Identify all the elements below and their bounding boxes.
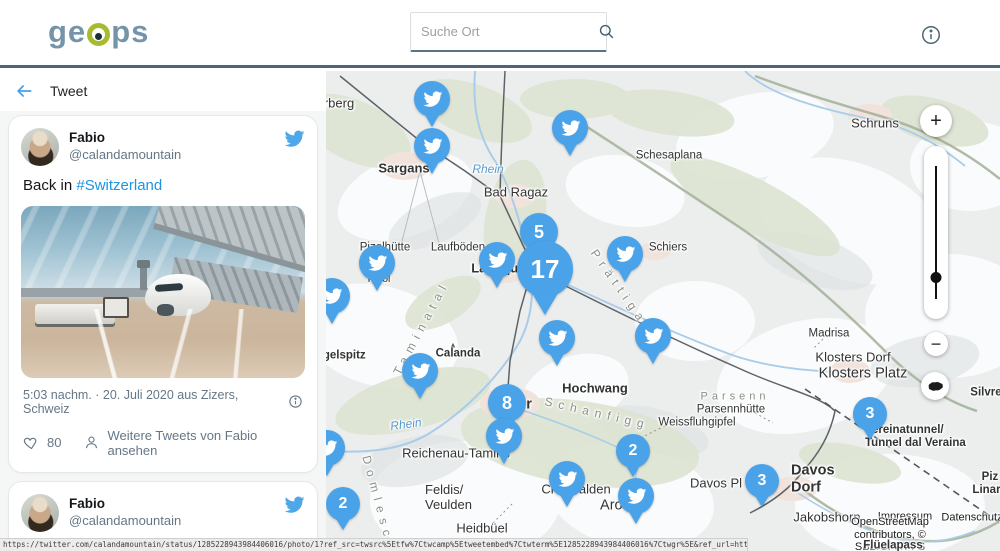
twitter-icon	[410, 361, 431, 382]
tweet-marker[interactable]	[359, 245, 395, 281]
twitter-icon	[422, 136, 443, 157]
twitter-icon	[325, 286, 342, 307]
twitter-icon	[487, 250, 508, 271]
twitter-icon	[560, 118, 581, 139]
sidebar-title: Tweet	[50, 83, 87, 99]
info-icon[interactable]	[288, 394, 303, 409]
cluster-count: 17	[531, 254, 560, 285]
sidebar: Tweet Fabio @calandamountain Back in #Sw…	[0, 71, 326, 551]
zoom-out-button[interactable]: −	[924, 332, 948, 356]
tarmac-markings	[21, 309, 305, 378]
like-count: 80	[47, 435, 61, 450]
info-button[interactable]	[920, 24, 942, 46]
tweet-card: Fabio @calandamountain Back in #Switzerl…	[8, 115, 318, 473]
status-bar: https://twitter.com/calandamountain/stat…	[0, 538, 748, 551]
tweet-marker[interactable]	[635, 318, 671, 354]
tweet-meta: 5:03 nachm. · 20. Juli 2020 aus Zizers, …	[21, 388, 305, 416]
twitter-icon[interactable]	[283, 494, 305, 516]
tweet-actions: 80 Weitere Tweets von Fabio ansehen	[21, 428, 305, 460]
author-block: Fabio @calandamountain	[69, 128, 283, 162]
cluster-marker[interactable]: 8	[488, 384, 526, 422]
cluster-count: 2	[629, 442, 638, 460]
twitter-icon	[325, 438, 337, 459]
tweet-marker[interactable]	[486, 418, 522, 454]
twitter-icon	[367, 253, 388, 274]
tweet-author-name: Fabio	[69, 130, 283, 145]
map-canvas[interactable]: rbergSchrunsSchesaplanaSargansRheinBad R…	[325, 71, 1000, 551]
zoom-in-button[interactable]: +	[920, 105, 952, 137]
cluster-marker[interactable]: 2	[326, 487, 360, 521]
tweet-photo[interactable]	[21, 206, 305, 378]
hashtag-link[interactable]: #Switzerland	[76, 177, 162, 194]
logo-text-ps: ps	[111, 14, 149, 50]
tweet-marker[interactable]	[325, 430, 345, 466]
tweet-author-handle: @calandamountain	[69, 513, 283, 528]
cluster-count: 3	[758, 472, 767, 490]
tweet-text: Back in #Switzerland	[23, 176, 303, 196]
sidebar-header: Tweet	[0, 71, 326, 111]
tweet-text-plain: Back in	[23, 177, 76, 194]
tweet-header: Fabio @calandamountain	[21, 128, 305, 166]
heart-icon	[23, 434, 40, 451]
more-tweets-label: Weitere Tweets von Fabio ansehen	[107, 428, 303, 458]
twitter-icon	[547, 328, 568, 349]
twitter-icon	[643, 326, 664, 347]
tweet-marker[interactable]	[325, 278, 350, 314]
tweet-marker[interactable]	[414, 128, 450, 164]
person-icon	[83, 434, 100, 451]
tweet-marker[interactable]	[402, 353, 438, 389]
cluster-marker[interactable]: 2	[616, 434, 650, 468]
tweet-marker[interactable]	[607, 236, 643, 272]
tweet-list: Fabio @calandamountain Back in #Switzerl…	[0, 111, 326, 551]
twitter-icon[interactable]	[283, 128, 305, 150]
twitter-icon	[494, 426, 515, 447]
cluster-count: 3	[866, 405, 875, 423]
cluster-count: 5	[534, 222, 544, 243]
tweet-author-handle: @calandamountain	[69, 147, 283, 162]
tweet-author-name: Fabio	[69, 496, 283, 511]
cluster-marker[interactable]: 3	[745, 464, 779, 498]
cluster-marker[interactable]: 17	[517, 241, 573, 297]
author-block: Fabio @calandamountain	[69, 494, 283, 528]
like-action[interactable]: 80	[23, 434, 61, 451]
twitter-icon	[557, 469, 578, 490]
cluster-count: 2	[339, 495, 348, 513]
more-tweets-link[interactable]: Weitere Tweets von Fabio ansehen	[83, 428, 303, 458]
back-arrow-icon[interactable]	[14, 81, 34, 101]
logo-o-dot	[95, 33, 102, 40]
avatar[interactable]	[21, 128, 59, 166]
twitter-icon	[626, 486, 647, 507]
geops-logo[interactable]: geps	[48, 14, 149, 50]
tweet-marker[interactable]	[549, 461, 585, 497]
header: geps	[0, 0, 1000, 68]
map-markers-layer: 5 17 8 2 2 3 3	[325, 71, 1000, 551]
tweet-marker[interactable]	[618, 478, 654, 514]
app-root: geps Tweet Fabio @	[0, 0, 1000, 551]
tweet-timestamp: 5:03 nachm. · 20. Juli 2020 aus Zizers, …	[23, 388, 288, 416]
search-box	[410, 12, 607, 52]
tweet-marker[interactable]	[552, 110, 588, 146]
control-tower-shape	[140, 266, 147, 290]
tweet-marker[interactable]	[479, 242, 515, 278]
cluster-marker[interactable]: 3	[853, 397, 887, 431]
zoom-slider[interactable]	[924, 146, 948, 319]
tweet-header: Fabio @calandamountain	[21, 494, 305, 532]
search-icon[interactable]	[597, 22, 616, 41]
switzerland-extent-button[interactable]	[921, 372, 949, 400]
tweet-marker[interactable]	[414, 81, 450, 117]
logo-o-ring	[87, 23, 110, 46]
switzerland-outline-icon	[927, 380, 944, 393]
avatar[interactable]	[21, 494, 59, 532]
cluster-count: 8	[502, 393, 512, 414]
search-input[interactable]	[421, 24, 597, 39]
tweet-marker[interactable]	[539, 320, 575, 356]
twitter-icon	[422, 89, 443, 110]
logo-text-ge: ge	[48, 14, 86, 50]
twitter-icon	[615, 244, 636, 265]
zoom-slider-thumb[interactable]	[931, 272, 942, 283]
